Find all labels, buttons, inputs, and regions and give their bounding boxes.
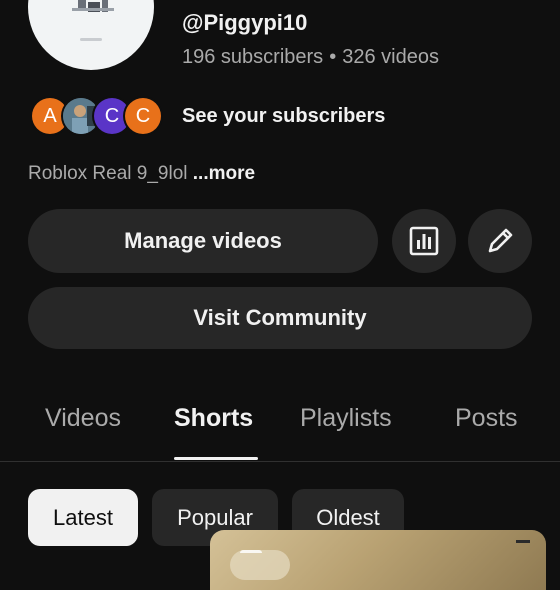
tab-posts[interactable]: Posts [455, 404, 518, 433]
see-subscribers-link[interactable]: See your subscribers [182, 105, 385, 128]
channel-stats: 196 subscribers • 326 videos [182, 46, 439, 69]
tab-shorts[interactable]: Shorts [174, 404, 253, 433]
active-tab-indicator [174, 457, 258, 460]
channel-description[interactable]: Roblox Real 9_9lol ...more [28, 163, 255, 185]
edit-channel-button[interactable] [468, 209, 532, 273]
tabs-divider [0, 461, 560, 462]
short-thumbnail[interactable] [210, 530, 546, 590]
tab-videos[interactable]: Videos [45, 404, 121, 433]
channel-handle: @Piggypi10 [182, 10, 308, 35]
channel-avatar[interactable] [28, 0, 154, 70]
description-text: Roblox Real 9_9lol [28, 163, 188, 184]
analytics-icon [409, 226, 439, 256]
thumbnail-overlay-icon [240, 550, 262, 563]
avatar-figure-icon [72, 0, 114, 12]
video-count: 326 videos [342, 46, 439, 68]
more-link[interactable]: ...more [193, 163, 255, 184]
chip-latest[interactable]: Latest [28, 489, 138, 546]
avatar-caption [80, 38, 102, 41]
analytics-button[interactable] [392, 209, 456, 273]
subscriber-count: 196 subscribers [182, 46, 324, 68]
manage-videos-button[interactable]: Manage videos [28, 209, 378, 273]
pencil-icon [488, 228, 513, 253]
stats-separator: • [329, 46, 337, 68]
visit-community-button[interactable]: Visit Community [28, 287, 532, 349]
thumbnail-corner-icon [516, 540, 530, 543]
subscriber-avatar[interactable]: C [125, 98, 161, 134]
tab-playlists[interactable]: Playlists [300, 404, 392, 433]
